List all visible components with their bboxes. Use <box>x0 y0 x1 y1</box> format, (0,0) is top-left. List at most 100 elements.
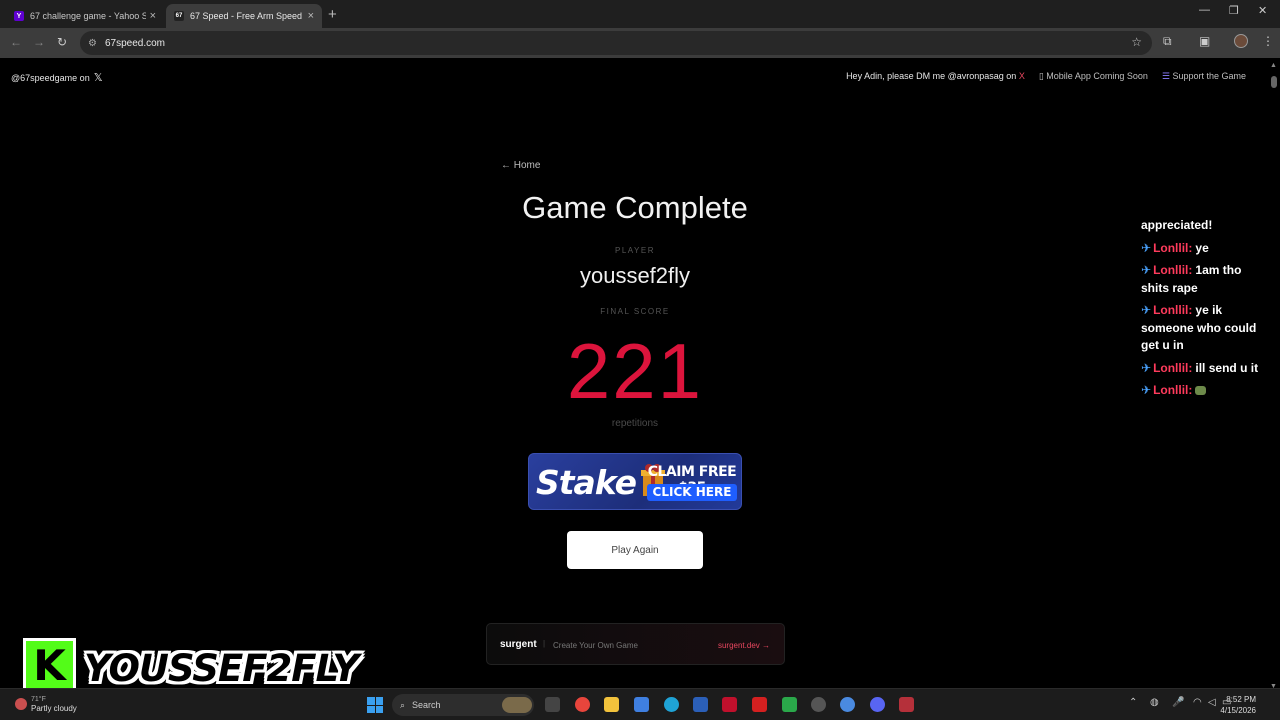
chat-message: ✈ Lonllil: ill send u it <box>1141 360 1271 378</box>
chat-message: ✈ Lonllil: ye ik someone who could get u i… <box>1141 302 1271 355</box>
xbox-icon[interactable] <box>782 697 797 712</box>
pin-icon: ✈ <box>1141 240 1152 255</box>
new-tab-icon[interactable]: + <box>328 6 337 23</box>
surgent-name: surgent <box>500 639 537 650</box>
chat-username: Lonllil: <box>1153 383 1193 397</box>
profile-avatar[interactable] <box>1234 34 1248 48</box>
copilot-icon[interactable] <box>634 697 649 712</box>
site-top-bar: @67speedgame on 𝕏 Hey Adin, please DM me… <box>0 70 1270 84</box>
surgent-link[interactable]: surgent.dev → <box>718 641 770 650</box>
browser-toolbar: ← → ↻ ⚙ 67speed.com ☆ ⧉ ▣ ⋮ <box>0 28 1280 58</box>
forward-icon[interactable]: → <box>33 35 45 49</box>
mobile-app-link[interactable]: ▯ Mobile App Coming Soon <box>1039 71 1148 82</box>
network-tray-icon[interactable]: ◍ <box>1150 697 1159 708</box>
app-67-icon[interactable] <box>899 697 914 712</box>
bookmark-star-icon[interactable]: ☆ <box>1131 35 1142 49</box>
minimize-icon[interactable]: — <box>1199 4 1210 16</box>
scroll-thumb[interactable] <box>1271 76 1277 88</box>
home-link[interactable]: ← Home <box>501 160 540 171</box>
volume-icon[interactable]: ◁ <box>1208 697 1216 708</box>
67speed-favicon-icon: 67 <box>174 11 184 21</box>
chrome-active-icon[interactable] <box>840 697 855 712</box>
chat-username: Lonllil: <box>1153 303 1193 317</box>
yahoo-favicon-icon: Y <box>14 11 24 21</box>
store-icon[interactable] <box>693 697 708 712</box>
scroll-up-icon[interactable]: ▲ <box>1270 62 1277 69</box>
dm-x-text: X <box>1018 71 1025 81</box>
file-explorer-icon[interactable] <box>604 697 619 712</box>
split-view-icon[interactable]: ▣ <box>1199 34 1210 48</box>
chrome-icon[interactable] <box>575 697 590 712</box>
taskbar-search[interactable]: ⌕ Search <box>392 694 534 716</box>
banner-separator: | <box>543 639 546 648</box>
create-game-text: Create Your Own Game <box>553 641 638 650</box>
close-tab-icon[interactable]: × <box>308 10 314 22</box>
x-handle-text: @67speedgame on <box>11 72 90 83</box>
search-label: Search <box>412 700 441 710</box>
close-window-icon[interactable]: ✕ <box>1258 4 1267 17</box>
tab-67-speed[interactable]: 67 67 Speed - Free Arm Speed Challenge × <box>166 4 322 28</box>
x-logo-icon: 𝕏 <box>93 72 103 84</box>
player-name: youssef2fly <box>579 263 691 288</box>
edge-icon[interactable] <box>664 697 679 712</box>
pin-icon: ✈ <box>1141 383 1152 397</box>
pin-icon: ✈ <box>1141 263 1152 277</box>
dm-note-text: Hey Adin, please DM me @avronpasag on <box>846 71 1017 81</box>
chat-username: Lonllil: <box>1153 240 1193 255</box>
back-icon[interactable]: ← <box>10 35 22 49</box>
weather-temp: 71°F <box>31 696 46 703</box>
pin-icon: ✈ <box>1141 360 1152 375</box>
system-clock[interactable]: 8:52 PM 4/15/2026 <box>1220 694 1256 716</box>
search-icon: ⌕ <box>400 699 406 710</box>
mic-tray-icon[interactable]: 🎤 <box>1172 697 1184 708</box>
launcher-icon[interactable] <box>752 697 767 712</box>
chat-line: appreciated! <box>1141 218 1213 232</box>
address-bar[interactable]: ⚙ 67speed.com ☆ <box>80 31 1152 55</box>
play-again-button[interactable]: Play Again <box>567 531 703 569</box>
browser-tab-bar: Y 67 challenge game - Yahoo Search × 67 … <box>0 0 1280 28</box>
close-tab-icon[interactable]: × <box>150 10 156 22</box>
mobile-app-text: Mobile App Coming Soon <box>1046 71 1148 81</box>
support-link[interactable]: ☰ Support the Game <box>1162 71 1246 82</box>
weather-icon <box>15 698 27 710</box>
start-menu-icon[interactable] <box>367 697 383 713</box>
stream-chat-overlay: appreciated! ✈ Lonllil: ye ✈ Lonllil: 1am th… <box>1141 217 1271 405</box>
weather-desc: Partly cloudy <box>31 704 77 713</box>
menu-dots-icon[interactable]: ⋮ <box>1262 34 1274 48</box>
weather-widget[interactable]: 71°F Partly cloudy <box>15 695 77 713</box>
page-scrollbar[interactable]: ▲ ▼ <box>1270 62 1278 690</box>
clock-date: 4/15/2026 <box>1220 706 1256 715</box>
ad-cta-button[interactable]: CLICK HERE <box>647 484 737 501</box>
chat-text: ill send u it <box>1195 360 1259 375</box>
score-unit: repetitions <box>611 418 659 429</box>
search-highlight-icon <box>502 697 532 713</box>
final-score: 221 <box>566 327 704 415</box>
tab-title: 67 Speed - Free Arm Speed Challenge <box>190 11 304 21</box>
kick-logo-icon: K <box>23 638 76 693</box>
streamer-name: YOUSSEF2FLY <box>84 647 359 690</box>
stake-ad-banner[interactable]: Stake CLAIM FREE $35 CLICK HERE <box>528 453 742 510</box>
tray-chevron-icon[interactable]: ⌃ <box>1129 697 1137 708</box>
windows-taskbar: 71°F Partly cloudy ⌕ Search ⌃ ◍ 🎤 ◠ ◁ ▭ 8… <box>0 688 1280 720</box>
tab-yahoo-search[interactable]: Y 67 challenge game - Yahoo Search × <box>6 4 164 28</box>
maximize-icon[interactable]: ❐ <box>1229 4 1239 17</box>
emote-icon <box>1195 386 1207 396</box>
mcafee-icon[interactable] <box>722 697 737 712</box>
clock-time: 8:52 PM <box>1226 695 1256 704</box>
chat-message: ✈ Lonllil: <box>1141 382 1271 400</box>
dm-note[interactable]: Hey Adin, please DM me @avronpasag on X <box>846 71 1025 82</box>
extensions-icon[interactable]: ⧉ <box>1163 34 1172 49</box>
chat-message: ✈ Lonllil: ye <box>1141 240 1271 258</box>
obs-icon[interactable] <box>811 697 826 712</box>
wifi-icon[interactable]: ◠ <box>1193 697 1202 708</box>
pin-icon: ✈ <box>1141 303 1152 317</box>
site-info-icon[interactable]: ⚙ <box>88 38 97 49</box>
chat-username: Lonllil: <box>1153 263 1193 277</box>
stake-logo: Stake <box>536 463 637 502</box>
url-text: 67speed.com <box>104 37 166 49</box>
reload-icon[interactable]: ↻ <box>57 35 67 49</box>
discord-icon[interactable] <box>870 697 885 712</box>
x-handle-link[interactable]: @67speedgame on 𝕏 <box>11 71 103 84</box>
surgent-banner[interactable]: surgent | Create Your Own Game surgent.d… <box>486 623 785 665</box>
task-view-icon[interactable] <box>545 697 560 712</box>
